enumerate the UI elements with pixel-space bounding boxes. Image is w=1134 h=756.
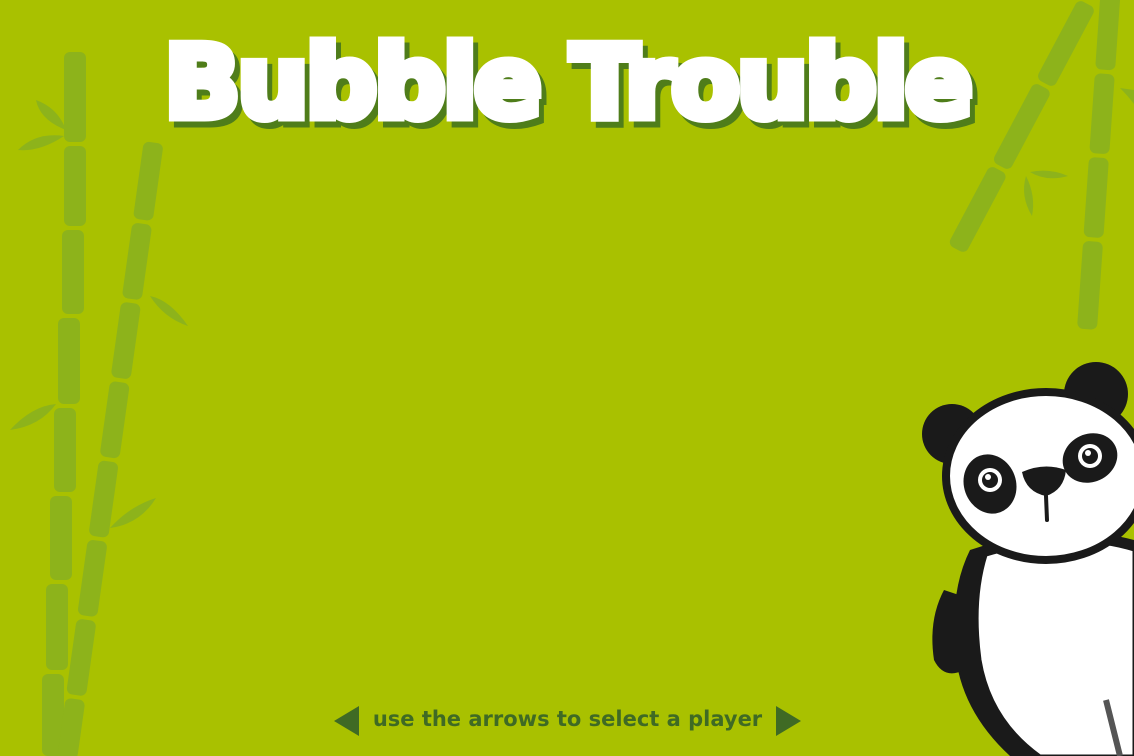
game-stage: Bubble Trouble Bubble Trouble Bubble Tro… [0,0,1134,756]
triangle-left-icon[interactable] [334,706,359,736]
game-title-text: Bubble Trouble [164,24,973,141]
panda-character[interactable] [900,350,1134,756]
triangle-right-icon[interactable] [776,706,801,736]
game-title: Bubble Trouble Bubble Trouble Bubble Tro… [0,18,1134,168]
panda-body [932,532,1134,756]
player-selector: use the arrows to select a player [330,700,805,740]
select-player-hint: use the arrows to select a player [372,707,763,731]
